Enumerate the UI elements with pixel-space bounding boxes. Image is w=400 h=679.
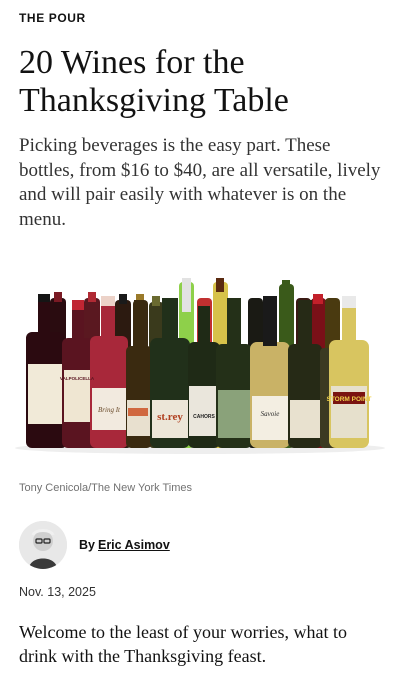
byline: By Eric Asimov	[19, 520, 170, 570]
summary: Picking beverages is the easy part. Thes…	[19, 135, 381, 230]
lead-photo: VALPOLICELLA Bring It st.rey CAHORS Savo…	[0, 252, 400, 470]
author-avatar[interactable]	[19, 521, 67, 569]
label-savoie: Savoie	[261, 410, 280, 418]
byline-text: By Eric Asimov	[79, 538, 170, 552]
article-paragraph: Welcome to the least of your worries, wh…	[19, 622, 347, 666]
label-cahors: CAHORS	[193, 414, 215, 420]
wine-bottles-illustration: VALPOLICELLA Bring It st.rey CAHORS Savo…	[15, 278, 385, 454]
author-portrait-icon	[19, 521, 67, 569]
headline: 20 Wines for the Thanksgiving Table	[19, 44, 289, 119]
byline-prefix: By	[79, 538, 95, 552]
label-bring-it: Bring It	[98, 406, 121, 414]
photo-credit: Tony Cenicola/The New York Times	[19, 482, 193, 494]
kicker[interactable]: THE POUR	[19, 11, 86, 25]
label-storm-point: STORM POINT	[326, 396, 371, 403]
label-valpolicella: VALPOLICELLA	[60, 376, 95, 381]
publish-date: Nov. 13, 2025	[19, 585, 96, 599]
author-link[interactable]: Eric Asimov	[98, 538, 170, 552]
label-strey: st.rey	[157, 411, 183, 423]
